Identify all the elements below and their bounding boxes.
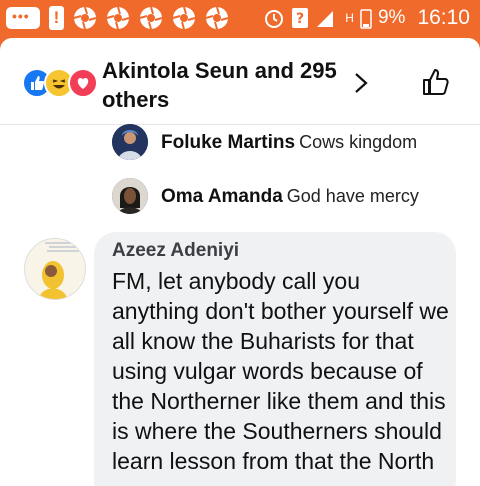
comments-sheet: Akintola Seun and 295 others Foluke Mart… [0,38,480,486]
alarm-icon [265,10,284,28]
notification-icons: ! [6,6,229,30]
reply-text: God have mercy [286,186,419,206]
reactions-summary[interactable]: Akintola Seun and 295 others [102,56,362,114]
clock: 16:10 [417,6,470,29]
camera-aperture-icon [139,6,163,30]
signal-icon [317,11,334,27]
reply-author[interactable]: Oma Amanda God have mercy [161,186,419,208]
alert-icon: ! [49,6,64,30]
message-icon [6,7,40,29]
avatar[interactable] [24,238,86,300]
love-reaction-icon [68,68,98,98]
camera-aperture-icon [73,6,97,30]
camera-aperture-icon [106,6,130,30]
system-indicators: ? H 9% 16:10 [263,6,470,30]
unknown-sim-icon: ? [292,8,309,28]
battery-percent: 9% [377,7,406,28]
svg-text:?: ? [296,11,304,27]
camera-aperture-icon [172,6,196,30]
reply-text: Cows kingdom [299,132,418,152]
comment-text: FM, let anybody call you anything don't … [112,268,449,474]
status-bar: ! ? H 9% 16:10 [0,0,480,38]
comment-author[interactable]: Azeez Adeniyi [112,240,239,262]
chevron-right-icon[interactable] [350,72,372,94]
avatar[interactable] [112,178,148,214]
reaction-icons [22,68,98,98]
comment-bubble[interactable]: Azeez Adeniyi FM, let anybody call you a… [94,232,456,486]
reply-author[interactable]: Foluke Martins Cows kingdom [161,132,417,154]
reactions-header[interactable]: Akintola Seun and 295 others [0,38,480,125]
battery-icon [360,9,372,29]
network-type: H [345,11,354,25]
avatar[interactable] [112,124,148,160]
like-button-icon[interactable] [420,66,452,98]
camera-aperture-icon [205,6,229,30]
